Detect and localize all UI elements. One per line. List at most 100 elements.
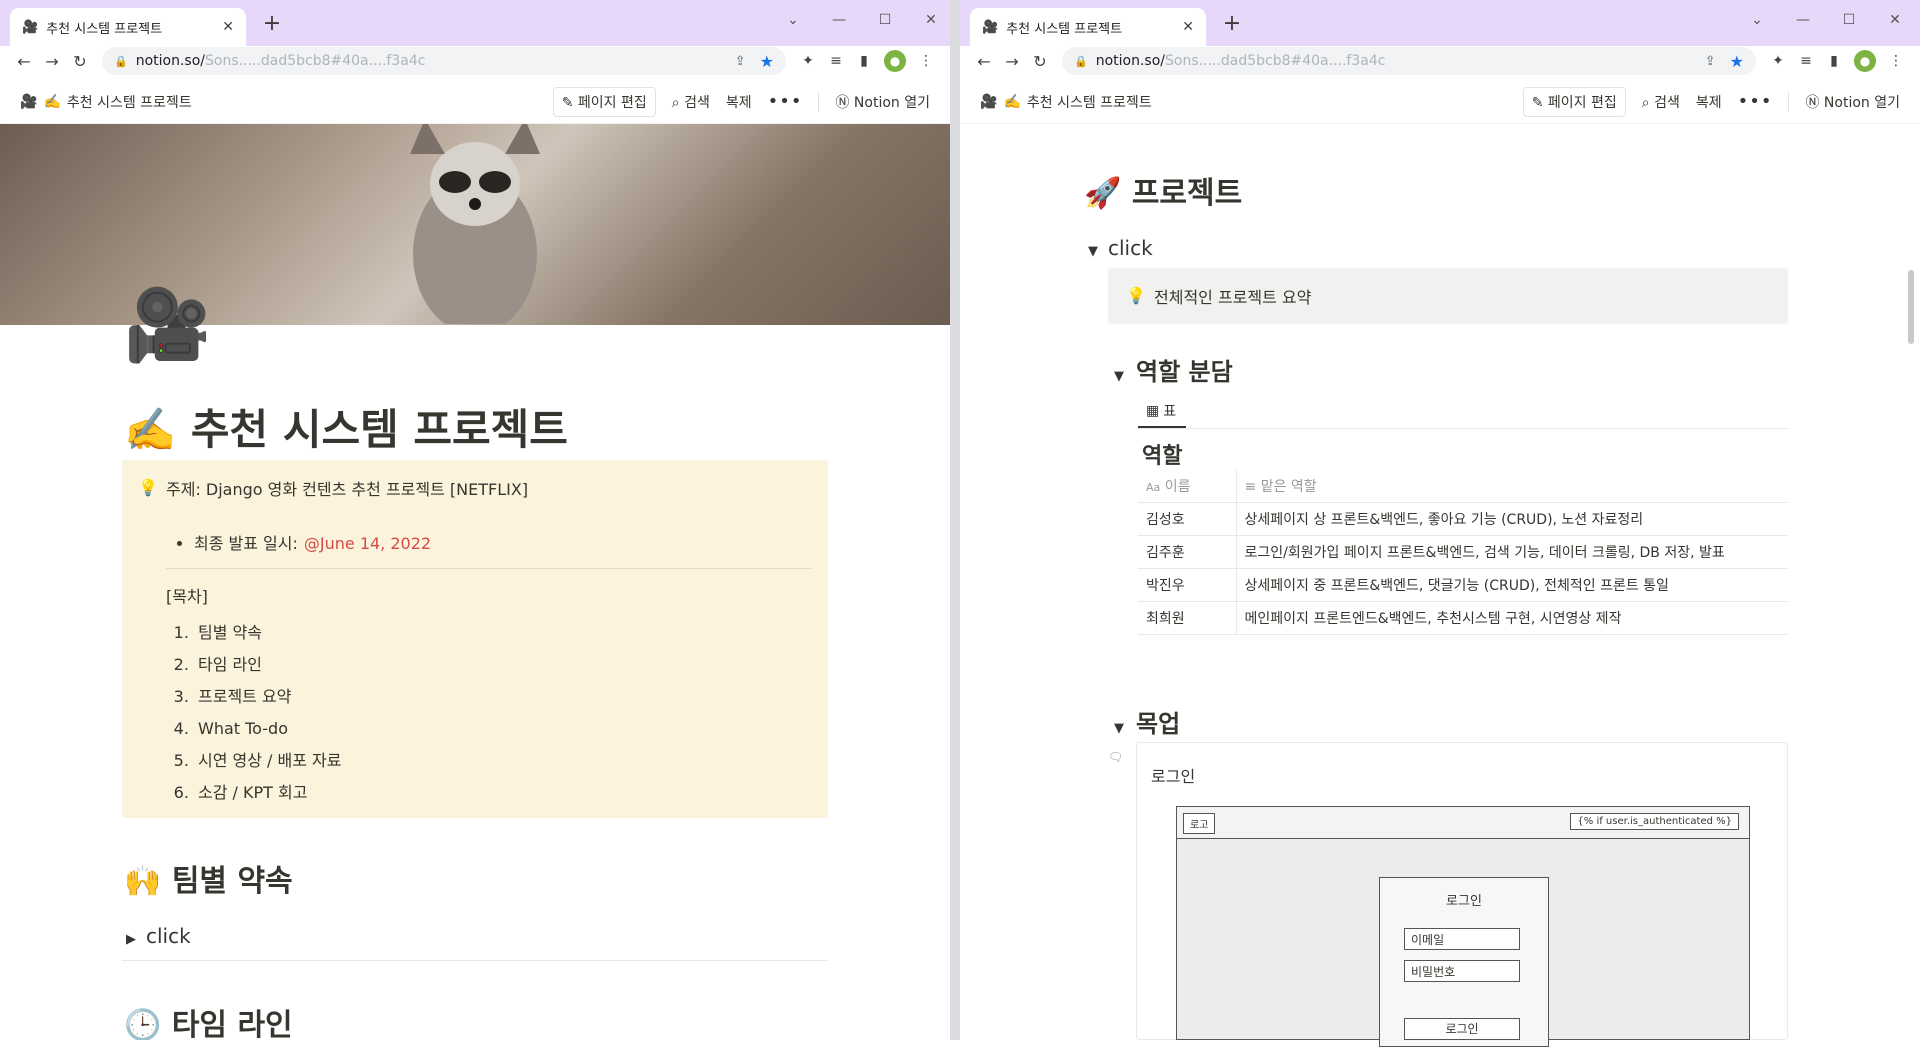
comment-icon[interactable]: 🗨	[1108, 750, 1123, 764]
view-tab-table[interactable]: ▦ 표	[1138, 396, 1186, 428]
more-icon[interactable]: •••	[1738, 91, 1773, 112]
share-icon[interactable]: ⇪	[735, 54, 746, 69]
rocket-icon: 🚀	[1084, 176, 1122, 211]
extensions-icon[interactable]: ✦	[1764, 53, 1792, 69]
maximize-icon[interactable]: ☐	[1826, 6, 1872, 34]
movie-camera-icon: 🎥	[980, 93, 998, 110]
open-notion-button[interactable]: Ⓝ Notion 열기	[835, 92, 930, 112]
tab-title: 추천 시스템 프로젝트	[46, 21, 163, 37]
cell-role[interactable]: 상세페이지 중 프론트&백엔드, 댓글기능 (CRUD), 전체적인 프론트 통…	[1236, 568, 1788, 602]
table-row[interactable]: 김성호 상세페이지 상 프론트&백엔드, 좋아요 기능 (CRUD), 노션 자료…	[1138, 502, 1788, 536]
date-mention[interactable]: @June 14, 2022	[304, 534, 431, 553]
forward-icon[interactable]: →	[38, 52, 66, 71]
search-button[interactable]: ⌕ 검색	[672, 92, 710, 112]
edit-page-button[interactable]: ✎ 페이지 편집	[1522, 86, 1626, 117]
column-header-name[interactable]: Aa 이름	[1138, 470, 1237, 503]
caret-down-icon[interactable]: ▼	[1088, 244, 1108, 259]
toggle-click[interactable]: ▼ click	[1088, 236, 1153, 260]
tab-close-icon[interactable]: ✕	[1182, 19, 1194, 35]
toc-item: 타임 라인	[194, 649, 812, 681]
table-row[interactable]: 최희원 메인페이지 프론트엔드&백엔드, 추천시스템 구현, 시연영상 제작	[1138, 601, 1788, 635]
more-icon[interactable]: •••	[768, 91, 803, 112]
database-title[interactable]: 역할	[1142, 438, 1182, 470]
caret-down-icon[interactable]: ▼	[1114, 369, 1136, 384]
url-text: notion.so/	[135, 53, 205, 69]
table-row[interactable]: 박진우 상세페이지 중 프론트&백엔드, 댓글기능 (CRUD), 전체적인 프론…	[1138, 568, 1788, 602]
wire-box-title: 로그인	[1446, 894, 1482, 909]
profile-avatar[interactable]: ●	[884, 50, 906, 72]
callout-project-summary: 💡 전체적인 프로젝트 요약	[1108, 268, 1788, 324]
tab-search-icon[interactable]: ⌄	[770, 6, 816, 34]
close-window-icon[interactable]: ✕	[1872, 6, 1918, 34]
callout-summary: 💡 주제: Django 영화 컨텐츠 추천 프로젝트 [NETFLIX] 최종…	[122, 460, 828, 818]
table-icon: ▦	[1146, 403, 1160, 419]
duplicate-button[interactable]: 복제	[1696, 92, 1722, 112]
open-notion-button[interactable]: Ⓝ Notion 열기	[1805, 92, 1900, 112]
cell-name[interactable]: 김주훈	[1138, 535, 1237, 569]
share-icon[interactable]: ⇪	[1705, 54, 1716, 69]
scrollbar-thumb[interactable]	[1908, 270, 1914, 344]
browser-tab[interactable]: 🎥 추천 시스템 프로젝트 ✕	[970, 8, 1206, 46]
address-bar[interactable]: 🔒 notion.so/Sons.....dad5bcb8#40a....f3a…	[1062, 47, 1756, 75]
cell-role[interactable]: 메인페이지 프론트엔드&백엔드, 추천시스템 구현, 시연영상 제작	[1236, 601, 1788, 635]
writing-hand-icon: ✍️	[124, 405, 177, 454]
raccoon-image	[410, 124, 540, 324]
close-window-icon[interactable]: ✕	[908, 6, 950, 34]
breadcrumb[interactable]: 🎥 ✍️ 추천 시스템 프로젝트	[20, 92, 553, 112]
column-header-role[interactable]: ≡ 맡은 역할	[1236, 470, 1788, 503]
side-panel-icon[interactable]: ▮	[1820, 53, 1848, 69]
cell-role[interactable]: 로그인/회원가입 페이지 프론트&백엔드, 검색 기능, 데이터 크롤링, DB…	[1236, 535, 1788, 569]
divider	[122, 960, 828, 961]
search-button[interactable]: ⌕ 검색	[1642, 92, 1680, 112]
forward-icon[interactable]: →	[998, 52, 1026, 71]
cell-role[interactable]: 상세페이지 상 프론트&백엔드, 좋아요 기능 (CRUD), 노션 자료정리	[1236, 502, 1788, 536]
cell-name[interactable]: 박진우	[1138, 568, 1237, 602]
edit-page-button[interactable]: ✎ 페이지 편집	[552, 86, 656, 117]
wire-login-box: 로그인 이메일 비밀번호 로그인	[1379, 877, 1549, 1047]
divider	[1138, 428, 1788, 429]
tab-strip: 🎥 추천 시스템 프로젝트 ✕ + ⌄ — ☐ ✕	[0, 0, 950, 46]
page-icon[interactable]: 🎥	[124, 290, 211, 360]
bookmark-star-icon[interactable]: ★	[1730, 52, 1744, 71]
divider	[166, 568, 812, 569]
breadcrumb[interactable]: 🎥 ✍️ 추천 시스템 프로젝트	[980, 92, 1523, 112]
new-tab-button[interactable]: +	[258, 10, 286, 38]
bookmark-star-icon[interactable]: ★	[760, 52, 774, 71]
tab-close-icon[interactable]: ✕	[222, 19, 234, 35]
reading-list-icon[interactable]: ≡	[1792, 53, 1820, 69]
extensions-icon[interactable]: ✦	[794, 53, 822, 69]
menu-dots-icon[interactable]: ⋮	[1882, 53, 1910, 69]
browser-tab[interactable]: 🎥 추천 시스템 프로젝트 ✕	[10, 8, 246, 46]
duplicate-button[interactable]: 복제	[726, 92, 752, 112]
toc-item: 팀별 약속	[194, 617, 812, 649]
cell-name[interactable]: 김성호	[1138, 502, 1237, 536]
back-icon[interactable]: ←	[10, 52, 38, 71]
cell-name[interactable]: 최희원	[1138, 601, 1237, 635]
caret-down-icon[interactable]: ▼	[1114, 721, 1136, 736]
side-panel-icon[interactable]: ▮	[850, 53, 878, 69]
minimize-icon[interactable]: —	[816, 6, 862, 34]
heading-mockup[interactable]: ▼ 목업	[1114, 704, 1180, 739]
reload-icon[interactable]: ↻	[66, 52, 94, 71]
movie-camera-icon: 🎥	[22, 19, 39, 35]
roles-table: Aa 이름 ≡ 맡은 역할 김성호 상세페이지 상 프론트&백엔드, 좋아요 기능…	[1138, 470, 1788, 635]
caret-right-icon[interactable]: ▶	[126, 932, 146, 947]
maximize-icon[interactable]: ☐	[862, 6, 908, 34]
profile-avatar[interactable]: ●	[1854, 50, 1876, 72]
minimize-icon[interactable]: —	[1780, 6, 1826, 34]
address-bar[interactable]: 🔒 notion.so/Sons.....dad5bcb8#40a....f3a…	[102, 47, 786, 75]
browser-window-left: 🎥 추천 시스템 프로젝트 ✕ + ⌄ — ☐ ✕ ← → ↻ 🔒 notion…	[0, 0, 950, 1040]
table-row[interactable]: 김주훈 로그인/회원가입 페이지 프론트&백엔드, 검색 기능, 데이터 크롤링,…	[1138, 535, 1788, 569]
menu-dots-icon[interactable]: ⋮	[912, 53, 940, 69]
reading-list-icon[interactable]: ≡	[822, 53, 850, 69]
notion-topbar: 🎥 ✍️ 추천 시스템 프로젝트 ✎ 페이지 편집 ⌕ 검색 복제 ••• Ⓝ …	[960, 80, 1920, 124]
url-text: notion.so/	[1095, 53, 1165, 69]
heading-roles[interactable]: ▼ 역할 분담	[1114, 352, 1233, 387]
divider	[1788, 91, 1790, 112]
lock-icon: 🔒	[1074, 54, 1088, 68]
back-icon[interactable]: ←	[970, 52, 998, 71]
tab-search-icon[interactable]: ⌄	[1734, 6, 1780, 34]
reload-icon[interactable]: ↻	[1026, 52, 1054, 71]
new-tab-button[interactable]: +	[1218, 10, 1246, 38]
toggle-click[interactable]: ▶ click	[126, 924, 191, 948]
